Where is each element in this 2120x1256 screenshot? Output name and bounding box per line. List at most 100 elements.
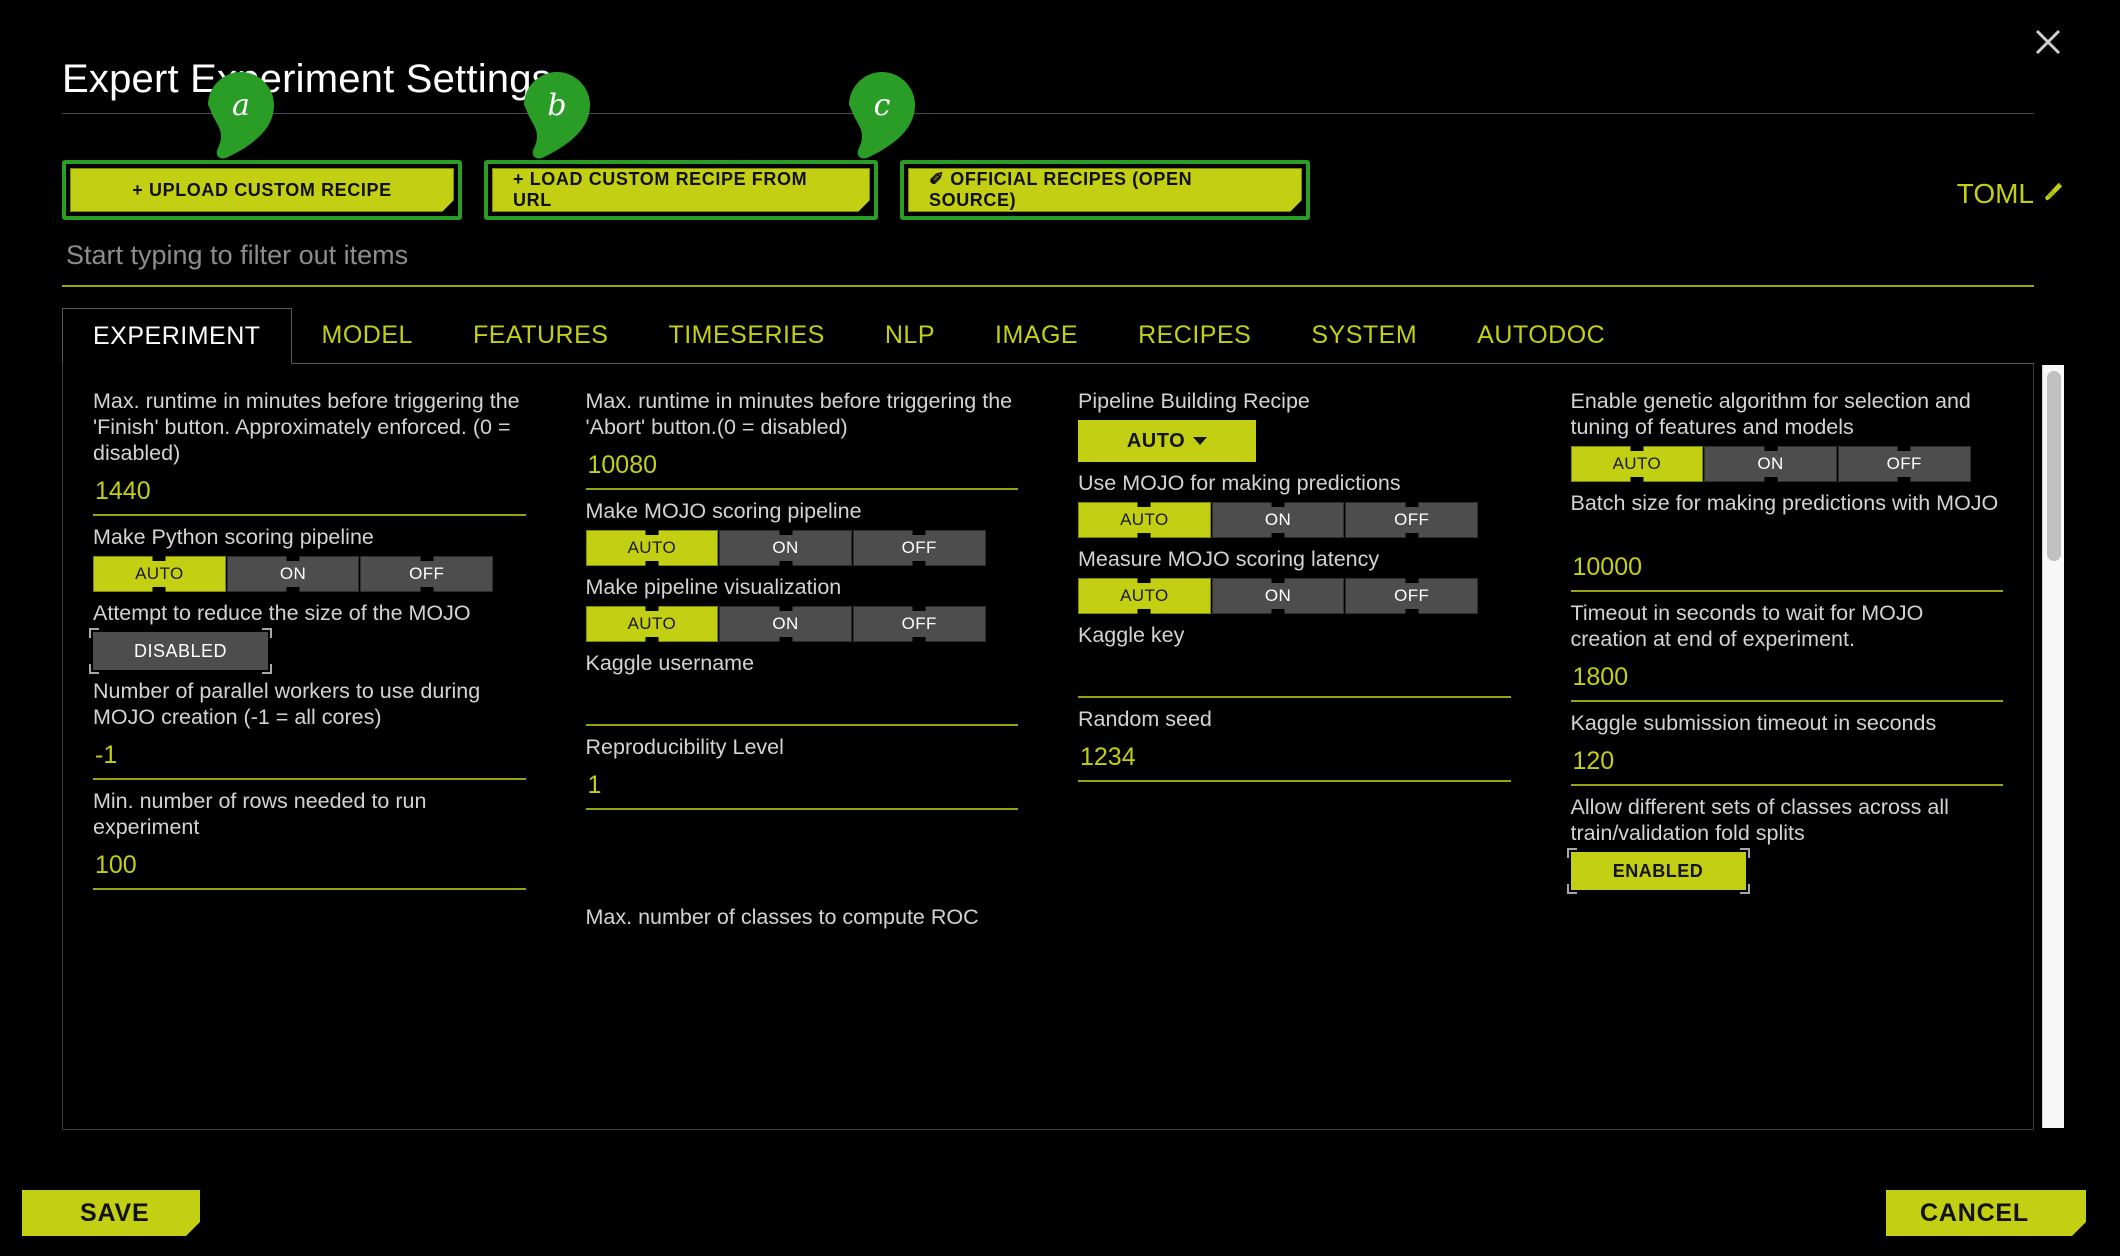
input-kaggle-username[interactable] (585, 682, 1018, 726)
toml-label: TOML (1956, 178, 2034, 209)
toggle-option-auto[interactable]: AUTO (585, 606, 719, 642)
setting-label: Min. number of rows needed to run experi… (93, 789, 427, 839)
toggle-option-label: OFF (1394, 586, 1430, 605)
badge-letter: c (873, 87, 891, 123)
expert-settings-dialog: Expert Experiment Settings + UPLOAD CUST… (0, 0, 2120, 1256)
save-button[interactable]: SAVE (22, 1190, 200, 1236)
tab-label: AUTODOC (1477, 321, 1606, 349)
setting-batch-size-for-making-predictions-with-mojo: Batch size for making predictions with M… (1570, 490, 2003, 592)
toggle-option-label: ON (772, 614, 799, 633)
vertical-scrollbar[interactable] (2042, 365, 2064, 1128)
chevron-down-icon (1193, 437, 1208, 445)
corner-marker (262, 664, 272, 674)
toggle-option-label: OFF (409, 564, 445, 583)
setting-label: Enable genetic algorithm for selection a… (1570, 389, 1971, 439)
input-max-runtime-in-minutes-before-triggering-the-abo[interactable] (585, 446, 1018, 490)
input-kaggle-submission-timeout-in-seconds[interactable] (1570, 742, 2003, 786)
toggle-option-on[interactable]: ON (719, 606, 852, 642)
toggle-option-on[interactable]: ON (1211, 578, 1345, 614)
toggle-option-on[interactable]: ON (226, 556, 360, 592)
input-random-seed[interactable] (1078, 738, 1511, 782)
input-min-number-of-rows-needed-to-run-experiment[interactable] (93, 846, 526, 890)
toggle-option-label: AUTO (1612, 454, 1662, 473)
load-custom-recipe-from-url-wrapper: + LOAD CUSTOM RECIPE FROM URL (484, 160, 878, 220)
dropdown-pipeline-building-recipe[interactable]: AUTO (1078, 420, 1256, 462)
setting-label: Make pipeline visualization (585, 575, 842, 599)
input-max-runtime-in-minutes-before-triggering-the-fin[interactable] (93, 472, 526, 516)
toggle-option-label: ON (279, 564, 307, 583)
toggle-option-off[interactable]: OFF (1345, 502, 1479, 538)
setting-reproducibility-level: Reproducibility Level (585, 734, 1018, 810)
tab-system[interactable]: SYSTEM (1281, 308, 1447, 363)
setting-label: Batch size for making predictions with M… (1570, 491, 1999, 515)
setting-random-seed: Random seed (1078, 706, 1511, 782)
toggle-option-auto[interactable]: AUTO (1570, 446, 1704, 482)
page-title: Expert Experiment Settings (62, 57, 552, 101)
load-custom-recipe-from-url-button[interactable]: + LOAD CUSTOM RECIPE FROM URL (492, 168, 870, 212)
toggle-option-label: OFF (1394, 510, 1430, 529)
toggle-option-on[interactable]: ON (719, 530, 852, 566)
toggle-make-python-scoring-pipeline: AUTO ON OFF (93, 556, 494, 592)
official-recipes-button[interactable]: ✐ OFFICIAL RECIPES (OPEN SOURCE) (908, 168, 1302, 212)
close-icon[interactable] (2028, 22, 2068, 62)
search-input[interactable] (62, 240, 2034, 287)
scrollbar-thumb[interactable] (2047, 371, 2061, 561)
toggle-option-off[interactable]: OFF (852, 606, 986, 642)
setting-use-mojo-for-making-predictions: Use MOJO for making predictions AUTO ON OFF (1078, 470, 1511, 538)
tab-experiment[interactable]: EXPERIMENT (62, 308, 292, 364)
toggle-attempt-to-reduce-the-size-of-the-mojo[interactable]: DISABLED (89, 628, 272, 674)
setting-make-mojo-scoring-pipeline: Make MOJO scoring pipeline AUTO ON OFF (585, 498, 1019, 566)
setting-label: Reproducibility Level (585, 735, 784, 759)
input-kaggle-key[interactable] (1078, 654, 1511, 698)
corner-marker (1566, 848, 1577, 858)
setting-label: Measure MOJO scoring latency (1078, 547, 1380, 571)
filter-field-wrapper (62, 240, 2034, 287)
toggle-measure-mojo-scoring-latency: AUTO ON OFF (1078, 578, 1479, 614)
toggle-allow-different-sets-of-classes-across-all-train[interactable]: ENABLED (1566, 848, 1750, 894)
input-reproducibility-level[interactable] (585, 766, 1018, 810)
toggle-option-off[interactable]: OFF (1345, 578, 1479, 614)
tab-nlp[interactable]: NLP (855, 308, 965, 363)
toggle-option-label: AUTO (627, 614, 677, 633)
tab-label: TIMESERIES (668, 321, 825, 349)
toggle-option-label: AUTO (627, 538, 677, 557)
toggle-option-off[interactable]: OFF (360, 556, 494, 592)
setting-kaggle-username: Kaggle username (585, 650, 1018, 726)
setting-pipeline-building-recipe: Pipeline Building Recipe AUTO (1078, 388, 1511, 462)
tab-timeseries[interactable]: TIMESERIES (638, 308, 854, 363)
toggle-state-label: ENABLED (1612, 860, 1704, 881)
settings-column-1: Max. runtime in minutes before triggerin… (89, 388, 526, 898)
settings-content-area: Max. runtime in minutes before triggerin… (62, 364, 2034, 1130)
input-batch-size-for-making-predictions-with-mojo[interactable] (1570, 548, 2003, 592)
toggle-option-label: OFF (901, 538, 937, 557)
input-timeout-in-seconds-to-wait-for-mojo-creation-at-[interactable] (1570, 658, 2003, 702)
toggle-option-off[interactable]: OFF (852, 530, 986, 566)
toml-editor-link[interactable]: TOML (1957, 178, 2066, 210)
upload-custom-recipe-wrapper: + UPLOAD CUSTOM RECIPE (62, 160, 462, 220)
toggle-option-auto[interactable]: AUTO (1078, 502, 1211, 538)
setting-label: Number of parallel workers to use during… (93, 679, 481, 729)
toggle-option-on[interactable]: ON (1704, 446, 1837, 482)
tab-model[interactable]: MODEL (292, 308, 443, 363)
setting-label: Timeout in seconds to wait for MOJO crea… (1570, 601, 1924, 651)
settings-column-2: Max. runtime in minutes before triggerin… (585, 388, 1019, 898)
toggle-use-mojo-for-making-predictions: AUTO ON OFF (1078, 502, 1479, 538)
input-number-of-parallel-workers-to-use-during-mojo-cr[interactable] (93, 736, 526, 780)
corner-marker (262, 628, 272, 638)
tab-recipes[interactable]: RECIPES (1108, 308, 1281, 363)
upload-custom-recipe-button[interactable]: + UPLOAD CUSTOM RECIPE (70, 168, 454, 212)
recipe-button-row: + UPLOAD CUSTOM RECIPE + LOAD CUSTOM REC… (62, 160, 1310, 220)
tab-autodoc[interactable]: AUTODOC (1447, 308, 1635, 363)
toggle-option-auto[interactable]: AUTO (93, 556, 226, 592)
setting-make-python-scoring-pipeline: Make Python scoring pipeline AUTO ON OFF (93, 524, 526, 592)
tab-features[interactable]: FEATURES (443, 308, 639, 363)
toggle-option-off[interactable]: OFF (1837, 446, 1971, 482)
toggle-option-label: ON (1264, 586, 1292, 605)
cancel-button[interactable]: CANCEL (1886, 1190, 2086, 1236)
toggle-make-mojo-scoring-pipeline: AUTO ON OFF (585, 530, 986, 566)
toggle-option-on[interactable]: ON (1211, 502, 1345, 538)
toggle-option-auto[interactable]: AUTO (585, 530, 719, 566)
toggle-option-auto[interactable]: AUTO (1078, 578, 1211, 614)
tab-image[interactable]: IMAGE (965, 308, 1108, 363)
setting-min-number-of-rows-needed-to-run-experiment: Min. number of rows needed to run experi… (93, 788, 526, 890)
